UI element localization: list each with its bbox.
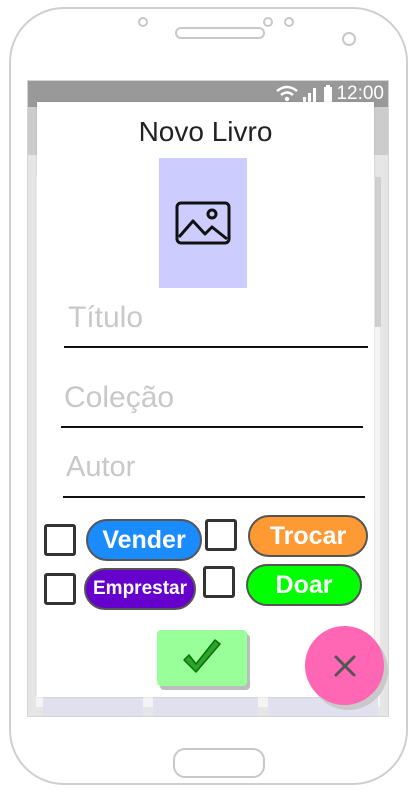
donate-checkbox[interactable]	[203, 566, 235, 598]
camera-dot	[138, 17, 148, 27]
wifi-icon	[276, 85, 299, 102]
signal-icon	[303, 88, 317, 102]
lend-checkbox[interactable]	[44, 573, 76, 605]
donate-option[interactable]: Doar	[246, 564, 362, 606]
author-underline	[63, 496, 365, 498]
title-input[interactable]: Título	[68, 301, 143, 335]
new-book-dialog: Novo Livro Título Coleção Autor Vender T…	[37, 102, 374, 697]
background-scrollbar	[375, 177, 381, 327]
collection-underline	[61, 426, 363, 428]
close-icon	[334, 655, 355, 676]
author-input[interactable]: Autor	[66, 451, 135, 484]
trade-checkbox[interactable]	[205, 519, 237, 551]
sell-checkbox[interactable]	[44, 524, 76, 556]
title-underline	[64, 346, 368, 348]
checkmark-icon	[183, 639, 221, 673]
trade-option[interactable]: Trocar	[248, 515, 368, 557]
camera-dot	[263, 17, 273, 27]
lend-option[interactable]: Emprestar	[84, 568, 196, 610]
camera-dot	[284, 17, 294, 27]
sell-option[interactable]: Vender	[86, 519, 202, 561]
speaker-grille	[175, 27, 265, 39]
home-button[interactable]	[173, 748, 265, 778]
dialog-title: Novo Livro	[138, 116, 273, 147]
confirm-button[interactable]	[157, 630, 247, 686]
battery-icon	[324, 85, 333, 102]
close-button[interactable]	[305, 626, 384, 705]
collection-input[interactable]: Coleção	[64, 381, 174, 415]
image-icon	[175, 201, 231, 245]
front-sensor	[342, 32, 356, 46]
book-image-picker[interactable]	[159, 158, 247, 288]
